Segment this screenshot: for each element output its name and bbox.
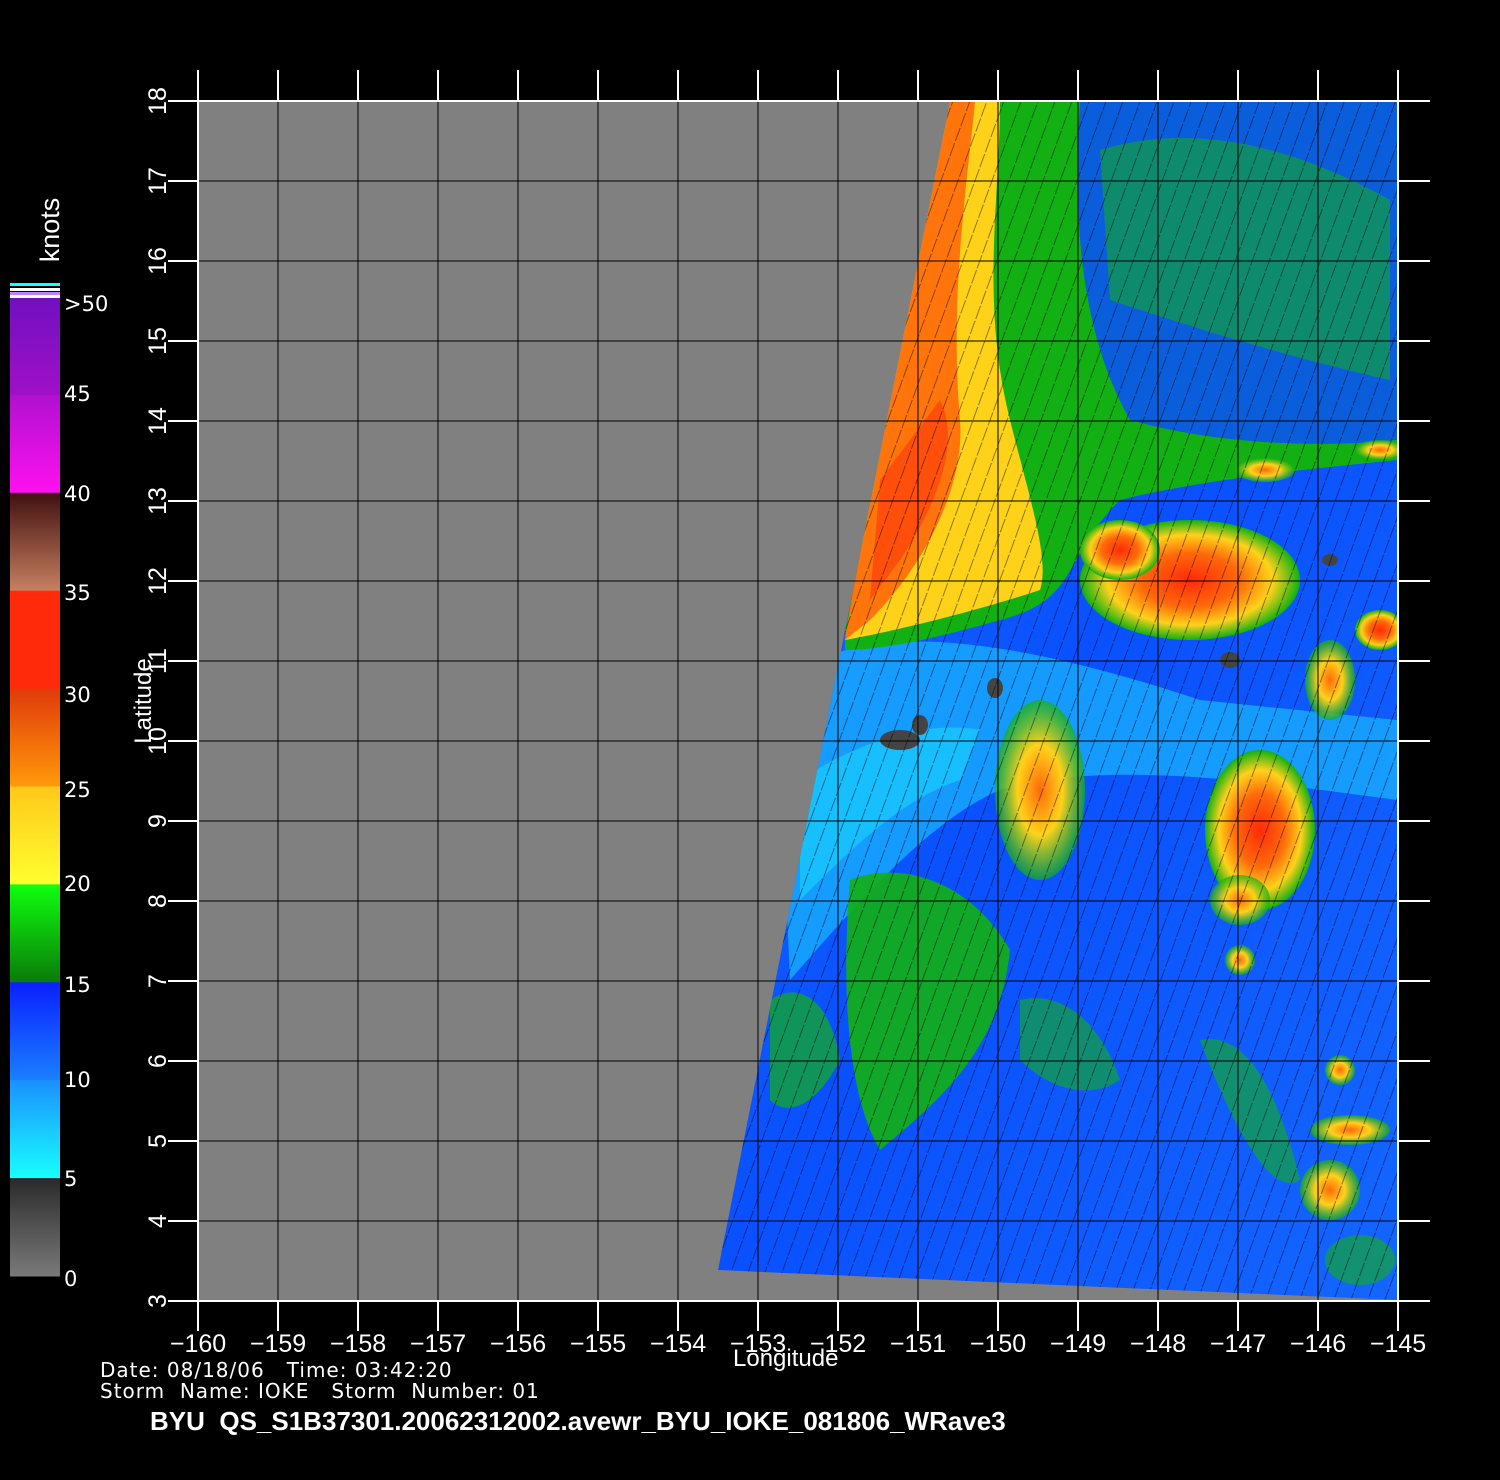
colorbar-band-5-10 <box>10 1080 60 1179</box>
colorbar-label: 5 <box>64 1167 78 1191</box>
y-tick-label: 14 <box>144 407 172 435</box>
x-tick-label: −150 <box>970 1330 1026 1358</box>
colorbar-label: 10 <box>64 1068 91 1092</box>
y-tick-label: 13 <box>144 487 172 515</box>
colorbar-cap <box>10 288 60 291</box>
y-tick-label: 12 <box>144 567 172 595</box>
colorbar-band-30-35 <box>10 590 60 690</box>
colorbar-title: knots <box>35 197 65 263</box>
colorbar <box>10 283 60 1277</box>
file-name: BYU QS_S1B37301.20062312002.avewr_BYU_IO… <box>150 1406 1006 1436</box>
y-tick-label: 16 <box>144 247 172 275</box>
y-tick-label: 3 <box>144 1294 172 1308</box>
colorbar-band-35-40 <box>10 492 60 592</box>
colorbar-label: 20 <box>64 872 91 896</box>
date-time-line: Date: 08/18/06 Time: 03:42:20 <box>100 1358 453 1382</box>
y-tick-label: 15 <box>144 327 172 355</box>
colorbar-band-25-30 <box>10 688 60 787</box>
x-tick-label: −157 <box>410 1330 466 1358</box>
wind-map: −160 −159 −158 −157 −156 −155 −154 −153 −152 −151… <box>10 70 1430 1358</box>
x-tick-label: −160 <box>170 1330 226 1358</box>
x-tick-label: −149 <box>1050 1330 1106 1358</box>
colorbar-label: 30 <box>64 683 91 707</box>
y-tick-label: 18 <box>144 87 172 115</box>
y-tick-label: 17 <box>144 167 172 195</box>
colorbar-band-40-45 <box>10 394 60 494</box>
x-tick-label: −158 <box>330 1330 386 1358</box>
colorbar-label: 40 <box>64 482 91 506</box>
y-axis-label: Latitude <box>130 658 157 744</box>
y-tick-label: 6 <box>144 1054 172 1068</box>
x-tick-label: −145 <box>1370 1330 1426 1358</box>
colorbar-band-10-15 <box>10 982 60 1081</box>
colorbar-band-15-20 <box>10 884 60 983</box>
x-tick-label: −155 <box>570 1330 626 1358</box>
colorbar-cap <box>10 283 60 286</box>
colorbar-label: >50 <box>64 292 109 316</box>
x-tick-label: −147 <box>1210 1330 1266 1358</box>
colorbar-label: 35 <box>64 581 91 605</box>
colorbar-label: 15 <box>64 973 91 997</box>
x-tick-label: −156 <box>490 1330 546 1358</box>
x-tick-label: −154 <box>650 1330 706 1358</box>
x-tick-label: −148 <box>1130 1330 1186 1358</box>
y-tick-label: 4 <box>144 1214 172 1228</box>
colorbar-band-0-5 <box>10 1178 60 1277</box>
y-tick-label: 5 <box>144 1134 172 1148</box>
colorbar-band-45-50 <box>10 297 60 396</box>
colorbar-label: 25 <box>64 778 91 802</box>
x-tick-label: −151 <box>890 1330 946 1358</box>
colorbar-band-20-25 <box>10 786 60 885</box>
colorbar-cap <box>10 292 60 295</box>
x-tick-label: −146 <box>1290 1330 1346 1358</box>
colorbar-cap <box>10 295 60 298</box>
y-tick-label: 8 <box>144 894 172 908</box>
colorbar-label: 0 <box>64 1267 78 1291</box>
x-tick-label: −159 <box>250 1330 306 1358</box>
y-tick-label: 9 <box>144 814 172 828</box>
colorbar-label: 45 <box>64 382 91 406</box>
y-tick-label: 7 <box>144 974 172 988</box>
x-axis-label: Longitude <box>733 1345 839 1372</box>
storm-info-line: Storm Name: IOKE Storm Number: 01 <box>100 1379 540 1403</box>
